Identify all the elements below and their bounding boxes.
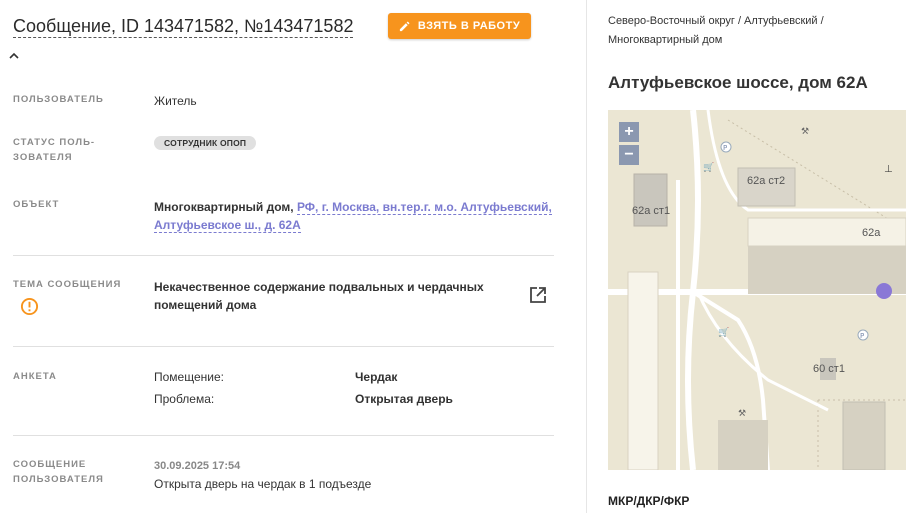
svg-text:🛒: 🛒: [703, 161, 714, 173]
message-panel: Сообщение, ID 143471582, №143471582 ВЗЯТ…: [0, 0, 586, 513]
warning-icon: [20, 297, 39, 316]
object-type: Многоквартирный дом,: [154, 200, 294, 214]
status-label-line1: СТАТУС ПОЛЬ-: [13, 137, 96, 148]
breadcrumb: Северо-Восточный округ / Алтуфьевский / …: [608, 12, 888, 50]
map[interactable]: 🛒 🛒 P P ⚒ ⊥ ⚒ 62а ст2 62а ст1 62а 60 ст1…: [608, 110, 906, 470]
anketa-key-room: Помещение:: [154, 370, 224, 384]
object-sidebar: Северо-Восточный округ / Алтуфьевский / …: [587, 0, 906, 513]
location-marker[interactable]: [876, 283, 892, 299]
status-label: СТАТУС ПОЛЬ- ЗОВАТЕЛЯ: [13, 135, 133, 165]
message-date: 30.09.2025 17:54: [154, 460, 241, 472]
svg-text:P: P: [860, 332, 864, 340]
zoom-in-button[interactable]: +: [619, 122, 639, 142]
take-to-work-label: ВЗЯТЬ В РАБОТУ: [417, 20, 521, 32]
external-link-icon[interactable]: [529, 286, 547, 304]
message-label-line1: СООБЩЕНИЕ: [13, 459, 87, 470]
take-to-work-button[interactable]: ВЗЯТЬ В РАБОТУ: [388, 13, 531, 39]
anketa-key-problem: Проблема:: [154, 392, 215, 406]
pencil-icon: [399, 21, 410, 31]
message-text: Открыта дверь на чердак в 1 подъезде: [154, 477, 372, 491]
map-label-62a-st2: 62а ст2: [747, 175, 786, 187]
message-label-line2: ПОЛЬЗОВАТЕЛЯ: [13, 474, 104, 485]
breadcrumb-line2: Многоквартирный дом: [608, 34, 723, 46]
breadcrumb-line1: Северо-Восточный округ / Алтуфьевский /: [608, 15, 824, 27]
user-label: ПОЛЬЗОВАТЕЛЬ: [13, 94, 104, 105]
svg-text:⚒: ⚒: [738, 409, 746, 419]
theme-value: Некачественное содержание подвальных и ч…: [154, 280, 484, 312]
svg-text:P: P: [723, 144, 727, 152]
anketa-value-room: Чердак: [355, 370, 398, 384]
object-value: Многоквартирный дом, РФ, г. Москва, вн.т…: [154, 198, 554, 234]
user-value: Житель: [154, 94, 197, 108]
map-label-62a: 62а: [862, 227, 881, 239]
map-canvas[interactable]: 🛒 🛒 P P ⚒ ⊥ ⚒: [608, 110, 906, 470]
anketa-label: АНКЕТА: [13, 371, 57, 382]
svg-text:⊥: ⊥: [884, 164, 893, 175]
divider: [13, 435, 554, 436]
status-badge: СОТРУДНИК ОПОП: [154, 136, 257, 150]
object-label: ОБЪЕКТ: [13, 199, 60, 210]
map-label-60-st1: 60 ст1: [813, 363, 845, 375]
divider: [13, 346, 554, 347]
anketa-value-problem: Открытая дверь: [355, 392, 453, 406]
status-label-line2: ЗОВАТЕЛЯ: [13, 152, 73, 163]
page-title: Сообщение, ID 143471582, №143471582: [13, 16, 354, 38]
svg-text:🛒: 🛒: [718, 326, 729, 338]
mkr-section-title: МКР/ДКР/ФКР: [608, 494, 690, 508]
map-label-62a-st1: 62а ст1: [632, 205, 671, 217]
chevron-up-icon[interactable]: [7, 49, 21, 63]
object-address: Алтуфьевское шоссе, дом 62А: [608, 73, 868, 92]
divider: [13, 255, 554, 256]
message-label: СООБЩЕНИЕ ПОЛЬЗОВАТЕЛЯ: [13, 457, 133, 487]
theme-label: ТЕМА СООБЩЕНИЯ: [13, 279, 122, 290]
zoom-out-button[interactable]: −: [619, 145, 639, 165]
svg-text:⚒: ⚒: [801, 127, 809, 137]
